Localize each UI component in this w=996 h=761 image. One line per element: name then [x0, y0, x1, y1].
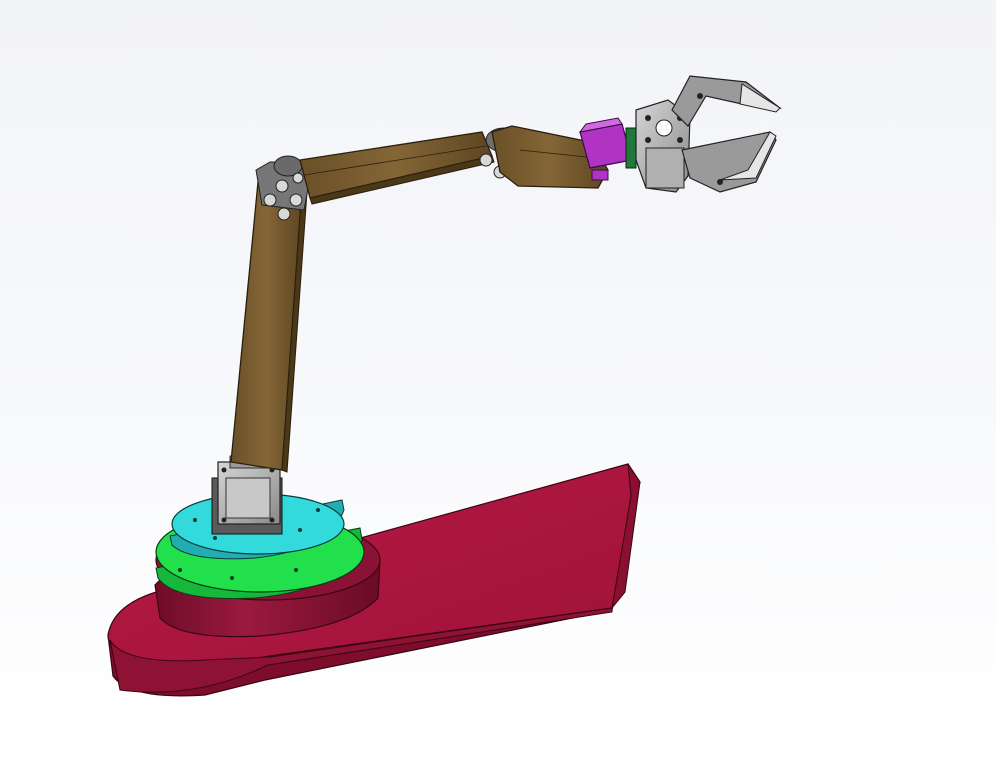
cad-viewport[interactable] [0, 0, 996, 761]
gripper [635, 75, 783, 193]
upper-arm-link [299, 131, 495, 205]
lower-arm-link [230, 181, 308, 473]
wrist-servo [578, 117, 637, 169]
robot-arm-model[interactable] [0, 0, 996, 761]
